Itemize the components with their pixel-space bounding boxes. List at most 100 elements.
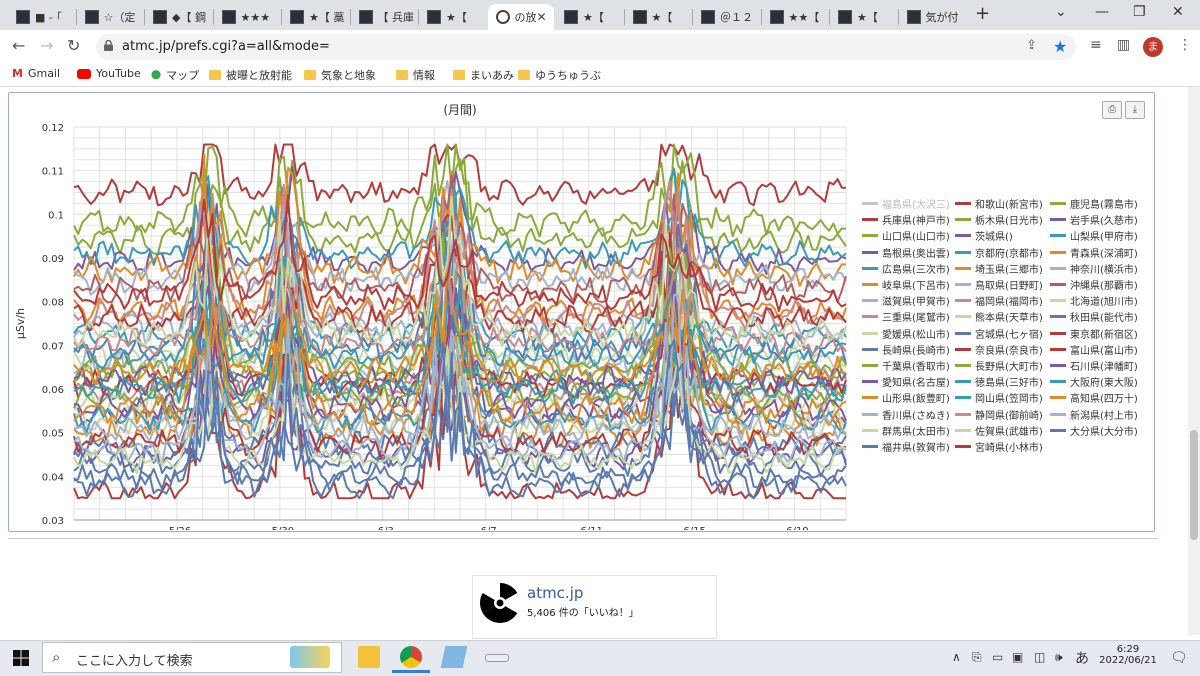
share-icon[interactable]: ⇪	[1026, 38, 1037, 53]
ime-indicator[interactable]: あ	[1075, 648, 1089, 668]
legend-item[interactable]: 京都府(京都市)	[955, 245, 1043, 260]
legend-item[interactable]: 高知県(四万十)	[1050, 390, 1138, 405]
print-icon[interactable]: ⎙	[1102, 101, 1122, 119]
bookmark-item[interactable]: ⬤ マップ	[151, 67, 199, 83]
tab-12[interactable]: ★【	[830, 4, 897, 30]
facebook-page-name[interactable]: atmc.jp	[527, 584, 583, 602]
legend-item[interactable]: 岡山県(笠岡市)	[955, 390, 1043, 405]
legend-item[interactable]: 石川県(津幡町)	[1050, 358, 1138, 373]
bookmark-item[interactable]: まいあみ	[453, 67, 514, 83]
display-icon[interactable]: ▣	[1012, 650, 1023, 664]
scrollbar-thumb[interactable]	[1190, 430, 1198, 540]
bookmark-star-icon[interactable]: ★	[1053, 37, 1067, 56]
legend-item[interactable]: 宮崎県(小林市)	[955, 439, 1043, 454]
legend-item[interactable]: 山口県(山口市)	[862, 228, 950, 243]
tab-0[interactable]: ■ - ｢	[8, 4, 75, 30]
tab-8[interactable]: ★【	[556, 4, 623, 30]
legend-item[interactable]: 福井県(敦賀市)	[862, 439, 950, 454]
legend-item[interactable]: 茨城県()	[955, 228, 1013, 243]
new-tab-button[interactable]: +	[975, 3, 990, 24]
network-icon[interactable]: ◫	[1034, 650, 1045, 664]
tab-9[interactable]: ★【	[625, 4, 692, 30]
legend-item[interactable]: 神奈川(横浜市)	[1050, 261, 1138, 276]
legend-item[interactable]: 福岡県(福岡市)	[955, 293, 1043, 308]
legend-item[interactable]: 青森県(深浦町)	[1050, 245, 1138, 260]
legend-item[interactable]: 北海道(旭川市)	[1050, 293, 1138, 308]
tab-5[interactable]: 【 兵庫	[351, 4, 418, 30]
legend-item[interactable]: 島根県(奥出雲)	[862, 245, 950, 260]
chrome-icon[interactable]	[400, 646, 422, 668]
legend-item[interactable]: 沖縄県(那覇市)	[1050, 277, 1138, 292]
legend-item[interactable]: 埼玉県(三郷市)	[955, 261, 1043, 276]
notepad-icon[interactable]	[440, 646, 468, 668]
legend-item[interactable]: 東京都(新宿区)	[1050, 326, 1138, 341]
tray-app-icon[interactable]: ⎘	[972, 650, 982, 665]
bookmark-item[interactable]: 気象と地象	[304, 67, 376, 83]
windows-start-icon[interactable]	[13, 650, 29, 666]
legend-item[interactable]: 大阪府(東大阪)	[1050, 374, 1138, 389]
legend-item[interactable]: 鳥取県(日野町)	[955, 277, 1043, 292]
tab-10[interactable]: ＠１２	[693, 4, 760, 30]
tab-3[interactable]: ★★★	[214, 4, 281, 30]
battery-icon[interactable]: ▭	[992, 650, 1003, 664]
legend-item[interactable]: 福島県(大沢三)	[862, 196, 950, 211]
legend-item[interactable]: 三重県(尾鷲市)	[862, 309, 950, 324]
minimize-icon[interactable]: —	[1095, 4, 1109, 20]
legend-item[interactable]: 富山県(富山市)	[1050, 342, 1138, 357]
legend-item[interactable]: 滋賀県(甲賀市)	[862, 293, 950, 308]
bookmark-item[interactable]: 被曝と放射能	[209, 67, 292, 83]
download-icon[interactable]: ⤓	[1125, 101, 1145, 119]
legend-item[interactable]: 鹿児島(霧島市)	[1050, 196, 1138, 211]
legend-item[interactable]: 兵庫県(神戸市)	[862, 212, 950, 227]
reload-icon[interactable]: ↻	[67, 36, 80, 55]
legend-item[interactable]: 栃木県(日光市)	[955, 212, 1043, 227]
legend-item[interactable]: 新潟県(村上市)	[1050, 407, 1138, 422]
profile-avatar[interactable]: ま	[1143, 37, 1163, 57]
tab-11[interactable]: ★★【	[762, 4, 829, 30]
bookmark-item[interactable]: YouTube	[77, 67, 141, 80]
legend-item[interactable]: 群馬県(太田市)	[862, 423, 950, 438]
legend-item[interactable]: 広島県(三次市)	[862, 261, 950, 276]
bookmark-item[interactable]: M Gmail	[12, 67, 60, 80]
close-tab-icon[interactable]: ✕	[537, 10, 547, 24]
legend-item[interactable]: 愛媛県(松山市)	[862, 326, 950, 341]
legend-item[interactable]: 和歌山(新宮市)	[955, 196, 1043, 211]
chevron-down-icon[interactable]: ⌄	[1055, 4, 1067, 20]
tab-6[interactable]: ★【	[419, 4, 486, 30]
legend-item[interactable]: 香川県(さぬき)	[862, 407, 950, 422]
bookmark-item[interactable]: ゆうちゅうぶ	[518, 67, 601, 83]
weather-widget-icon[interactable]	[290, 646, 330, 668]
legend-item[interactable]: 奈良県(奈良市)	[955, 342, 1043, 357]
bookmark-item[interactable]: 情報	[396, 67, 435, 83]
tab-4[interactable]: ★【 藁	[282, 4, 349, 30]
restore-icon[interactable]: ❐	[1133, 4, 1146, 20]
legend-item[interactable]: 熊本県(天草市)	[955, 309, 1043, 324]
tray-chevron-icon[interactable]: ∧	[952, 650, 961, 664]
tab-2[interactable]: ◆【 鋼	[145, 4, 212, 30]
scrollbar[interactable]	[1188, 87, 1200, 635]
legend-item[interactable]: 徳島県(三好市)	[955, 374, 1043, 389]
tab-13[interactable]: 気が付	[899, 4, 966, 30]
legend-item[interactable]: 山梨県(甲府市)	[1050, 228, 1138, 243]
legend-item[interactable]: 秋田県(能代市)	[1050, 309, 1138, 324]
legend-item[interactable]: 愛知県(名古屋)	[862, 374, 950, 389]
tab-1[interactable]: ☆（定	[77, 4, 144, 30]
clock[interactable]: 6:29 2022/06/21	[1093, 644, 1163, 666]
pen-icon[interactable]	[485, 654, 509, 662]
legend-item[interactable]: 佐賀県(武雄市)	[955, 423, 1043, 438]
legend-item[interactable]: 長野県(大町市)	[955, 358, 1043, 373]
tab-7[interactable]: の放 ✕	[487, 4, 554, 30]
menu-icon[interactable]: ⋮	[1178, 37, 1192, 53]
legend-item[interactable]: 千葉県(香取市)	[862, 358, 950, 373]
volume-icon[interactable]: 🕪	[1055, 650, 1063, 665]
back-icon[interactable]: ←	[12, 36, 25, 55]
legend-item[interactable]: 大分県(大分市)	[1050, 423, 1138, 438]
legend-item[interactable]: 山形県(飯豊町)	[862, 390, 950, 405]
legend-item[interactable]: 岩手県(久慈市)	[1050, 212, 1138, 227]
forward-icon[interactable]: →	[40, 36, 53, 55]
file-explorer-icon[interactable]	[358, 646, 380, 668]
legend-item[interactable]: 長崎県(長崎市)	[862, 342, 950, 357]
close-window-icon[interactable]: ✕	[1172, 4, 1184, 20]
legend-item[interactable]: 岐阜県(下呂市)	[862, 277, 950, 292]
legend-item[interactable]: 宮城県(七ヶ宿)	[955, 326, 1043, 341]
